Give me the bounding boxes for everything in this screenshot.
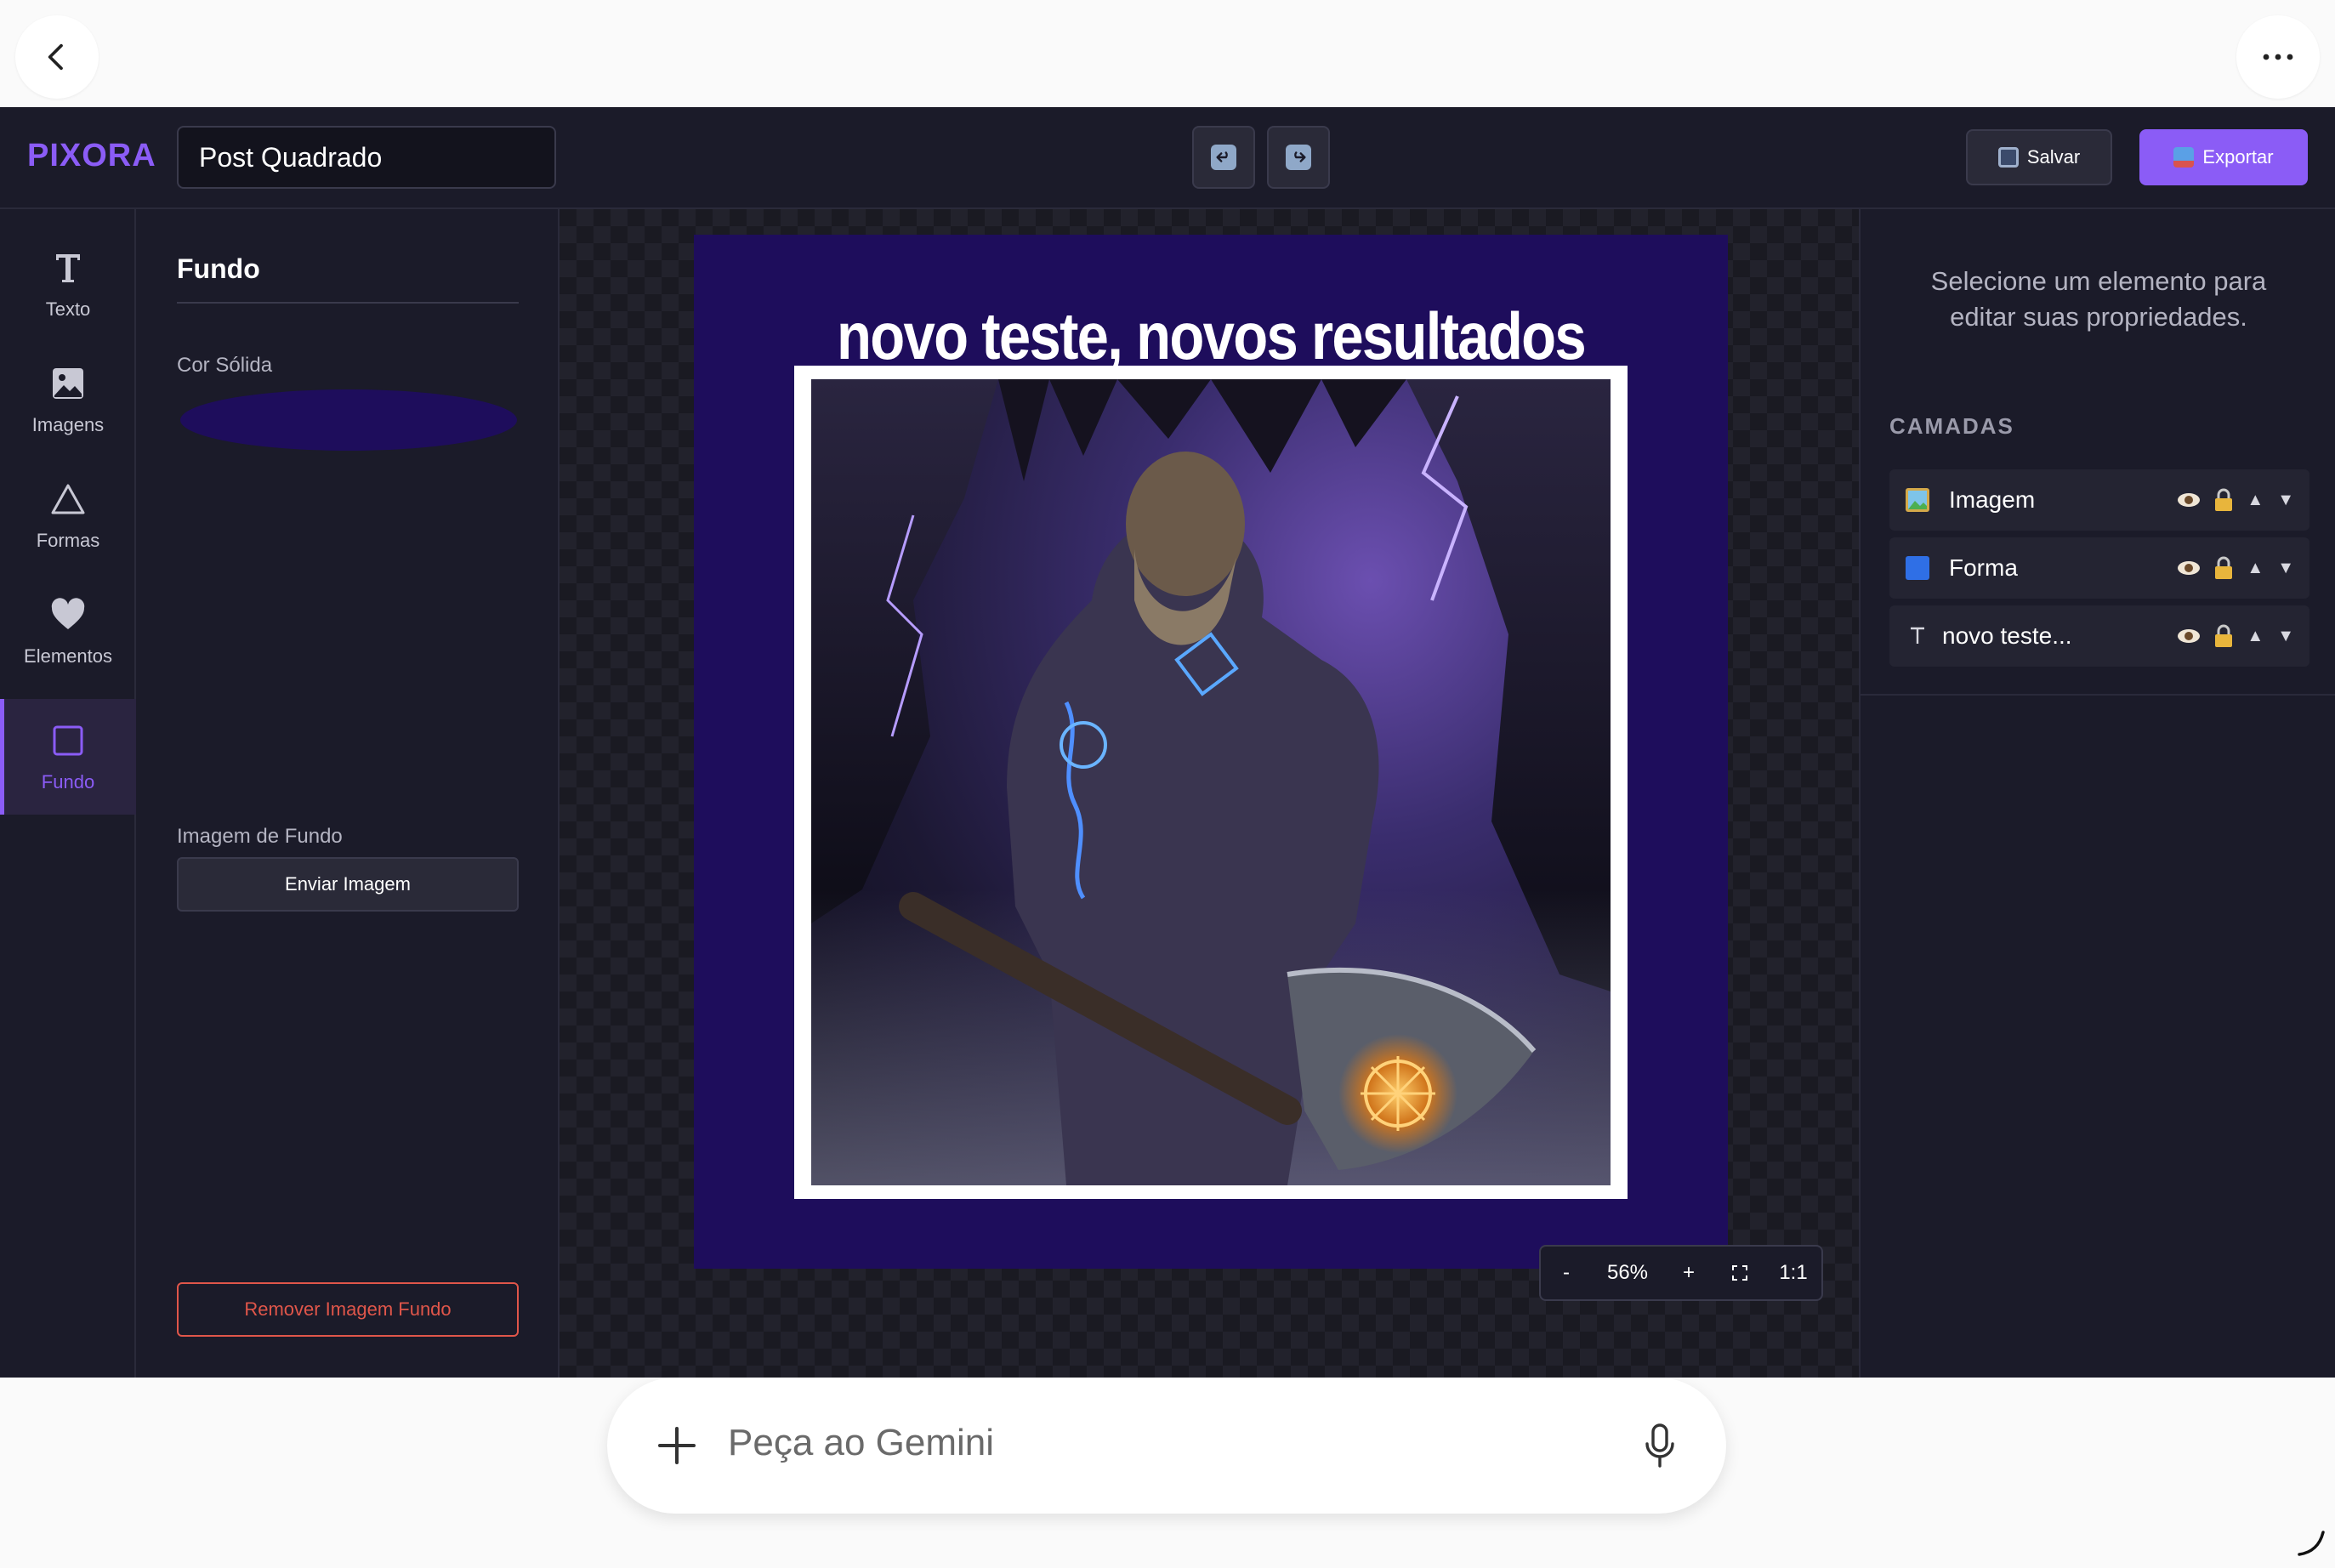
fit-to-screen-button[interactable] xyxy=(1714,1247,1765,1299)
save-button[interactable]: Salvar xyxy=(1966,129,2112,185)
floppy-disk-icon xyxy=(1997,147,2019,168)
redo-icon xyxy=(1286,145,1311,170)
microphone-icon[interactable] xyxy=(1643,1423,1677,1468)
eye-icon[interactable] xyxy=(2177,560,2201,576)
background-image-label: Imagem de Fundo xyxy=(177,825,343,848)
resize-handle-icon[interactable] xyxy=(2296,1527,2326,1558)
selection-hint: Selecione um elemento para editar suas p… xyxy=(1930,266,2267,332)
document-title-input[interactable] xyxy=(177,126,556,189)
move-layer-up-button[interactable]: ▲ xyxy=(2247,627,2264,646)
eye-icon[interactable] xyxy=(2177,628,2201,644)
move-layer-down-button[interactable]: ▼ xyxy=(2277,627,2294,646)
undo-button[interactable] xyxy=(1192,126,1255,189)
rail-item-texto[interactable]: Texto xyxy=(0,226,136,342)
panel-title: Fundo xyxy=(177,253,519,304)
upload-image-button[interactable]: Enviar Imagem xyxy=(177,857,519,912)
canvas-shape-frame[interactable] xyxy=(794,366,1628,1199)
heart-icon xyxy=(48,594,88,635)
layers-heading: CAMADAS xyxy=(1889,413,2014,439)
lock-icon[interactable] xyxy=(2214,624,2233,648)
fit-screen-icon xyxy=(1732,1265,1747,1281)
zoom-level: 56% xyxy=(1606,1261,1649,1284)
layer-row-forma[interactable]: Forma ▲ ▼ xyxy=(1889,537,2309,599)
canvas-headline-text[interactable]: novo teste, novos resultados xyxy=(766,298,1656,375)
more-horizontal-icon xyxy=(2263,54,2293,60)
move-layer-up-button[interactable]: ▲ xyxy=(2247,559,2264,578)
outbox-tray-icon xyxy=(2173,147,2195,168)
remove-background-image-button[interactable]: Remover Imagem Fundo xyxy=(177,1282,519,1337)
zoom-out-button[interactable]: - xyxy=(1541,1247,1592,1299)
rail-item-label: Fundo xyxy=(41,771,95,793)
save-button-label: Salvar xyxy=(2026,146,2081,168)
app-chrome-bar xyxy=(0,0,2335,107)
background-properties-panel: Fundo Cor Sólida Imagem de Fundo Enviar … xyxy=(136,209,560,1378)
image-icon xyxy=(48,363,88,404)
canvas-workspace[interactable]: novo teste, novos resultados - 56% + 1:1 xyxy=(560,209,1859,1378)
export-button-label: Exportar xyxy=(2202,146,2274,168)
gemini-input-placeholder[interactable]: Peça ao Gemini xyxy=(728,1422,994,1464)
artboard[interactable]: novo teste, novos resultados xyxy=(694,235,1728,1269)
lock-icon[interactable] xyxy=(2214,556,2233,580)
move-layer-down-button[interactable]: ▼ xyxy=(2277,491,2294,510)
chevron-left-icon xyxy=(48,43,63,71)
rail-item-elementos[interactable]: Elementos xyxy=(0,573,136,689)
more-options-button[interactable] xyxy=(2236,15,2320,99)
rail-item-imagens[interactable]: Imagens xyxy=(0,342,136,457)
editor-header: PIXORA Salvar Exportar xyxy=(0,107,2335,209)
move-layer-down-button[interactable]: ▼ xyxy=(2277,559,2294,578)
app-logo: PIXORA xyxy=(27,138,156,173)
shape-layer-icon xyxy=(1905,555,1930,581)
layer-name: Imagem xyxy=(1949,486,2036,513)
redo-button[interactable] xyxy=(1267,126,1330,189)
text-icon xyxy=(48,247,88,288)
canvas-image-warrior[interactable] xyxy=(811,379,1611,1185)
back-button[interactable] xyxy=(15,15,99,99)
move-layer-up-button[interactable]: ▲ xyxy=(2247,491,2264,510)
export-button[interactable]: Exportar xyxy=(2139,129,2308,185)
right-panel: Selecione um elemento para editar suas p… xyxy=(1859,209,2335,1378)
lock-icon[interactable] xyxy=(2214,488,2233,512)
panel-divider xyxy=(1861,694,2335,696)
rail-item-label: Formas xyxy=(36,530,100,551)
solid-color-picker[interactable] xyxy=(180,389,517,451)
layer-row-text[interactable]: novo teste... ▲ ▼ xyxy=(1889,605,2309,667)
undo-icon xyxy=(1211,145,1236,170)
square-icon xyxy=(48,720,88,761)
rail-item-label: Texto xyxy=(45,298,91,320)
tool-rail: Texto Imagens Formas Elementos Fundo xyxy=(0,209,136,1378)
solid-color-label: Cor Sólida xyxy=(177,354,273,377)
actual-size-button[interactable]: 1:1 xyxy=(1765,1247,1821,1299)
warrior-illustration xyxy=(811,379,1611,1185)
eye-icon[interactable] xyxy=(2177,492,2201,508)
layer-name: novo teste... xyxy=(1942,622,2072,649)
triangle-icon xyxy=(48,479,88,520)
image-layer-icon xyxy=(1905,487,1930,513)
rail-item-formas[interactable]: Formas xyxy=(0,457,136,573)
layer-row-imagem[interactable]: Imagem ▲ ▼ xyxy=(1889,469,2309,531)
layer-name: Forma xyxy=(1949,554,2018,581)
zoom-controls: - 56% + 1:1 xyxy=(1539,1245,1823,1301)
rail-item-fundo[interactable]: Fundo xyxy=(0,699,136,815)
text-layer-icon xyxy=(1905,623,1930,649)
rail-item-label: Imagens xyxy=(31,414,105,435)
add-icon[interactable] xyxy=(653,1422,701,1469)
gemini-prompt-bar[interactable]: Peça ao Gemini xyxy=(607,1378,1726,1514)
rail-item-label: Elementos xyxy=(24,645,112,667)
zoom-in-button[interactable]: + xyxy=(1663,1247,1714,1299)
